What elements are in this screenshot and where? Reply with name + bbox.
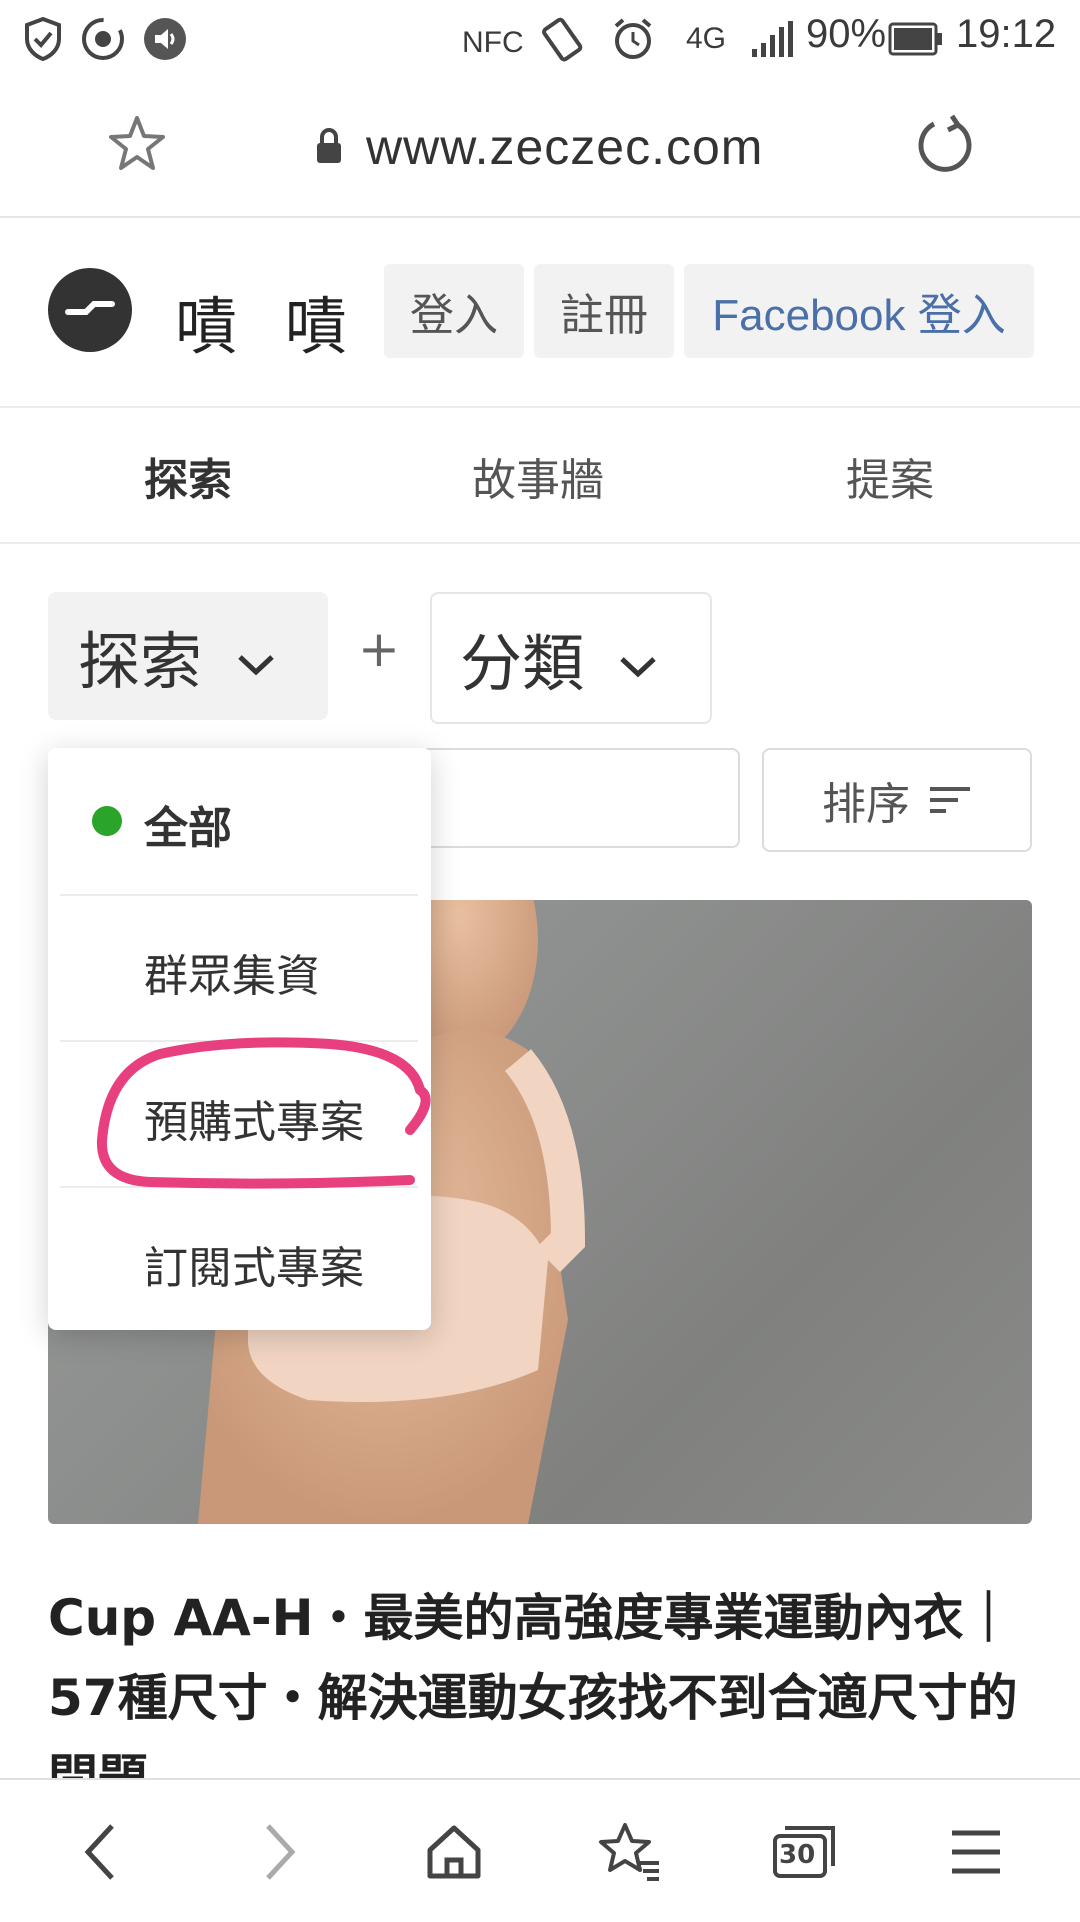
explore-filter-dropdown[interactable]: 探索 xyxy=(48,592,328,720)
home-icon[interactable] xyxy=(414,1812,494,1892)
plus-separator: + xyxy=(358,620,400,678)
network-indicator: 4G xyxy=(686,22,727,55)
dropdown-item-label: 全部 xyxy=(144,803,232,854)
rotate-icon xyxy=(538,14,588,64)
alarm-icon xyxy=(608,14,658,64)
sync-icon xyxy=(78,14,128,64)
login-button[interactable]: 登入 xyxy=(384,264,524,358)
bookmark-star-icon[interactable] xyxy=(104,112,170,178)
tab-explore[interactable]: 探索 xyxy=(144,444,232,508)
browser-bottom-nav: 30 xyxy=(0,1778,1080,1922)
nfc-indicator: NFC xyxy=(462,26,524,59)
forward-icon[interactable] xyxy=(240,1812,320,1892)
chevron-down-icon xyxy=(236,620,276,693)
battery-icon xyxy=(888,14,944,64)
dropdown-item-label: 訂閱式專案 xyxy=(144,1243,364,1294)
register-button[interactable]: 註冊 xyxy=(534,264,674,358)
bookmarks-star-icon[interactable] xyxy=(590,1812,670,1892)
site-logo[interactable] xyxy=(48,268,132,352)
dropdown-item-all[interactable]: 全部 xyxy=(48,748,431,894)
facebook-login-button[interactable]: Facebook 登入 xyxy=(684,264,1034,358)
category-filter-label: 分類 xyxy=(460,627,585,700)
highlight-circle-annotation xyxy=(96,1037,431,1189)
reload-icon[interactable] xyxy=(912,112,978,178)
tabs-icon[interactable]: 30 xyxy=(764,1812,844,1892)
lock-icon xyxy=(314,126,344,166)
tab-count: 30 xyxy=(779,1840,816,1870)
signal-icon xyxy=(748,14,798,64)
site-name[interactable]: 嘖 嘖 xyxy=(175,276,361,366)
clock: 19:12 xyxy=(956,12,1057,56)
tab-story-wall[interactable]: 故事牆 xyxy=(472,444,604,508)
shield-icon xyxy=(18,14,68,64)
volume-icon xyxy=(140,14,190,64)
site-header: 嘖 嘖 登入 註冊 Facebook 登入 xyxy=(0,218,1080,408)
dropdown-item-crowdfunding[interactable]: 群眾集資 xyxy=(48,896,431,1042)
dropdown-item-label: 群眾集資 xyxy=(144,951,320,1002)
url-field[interactable]: www.zeczec.com xyxy=(366,118,763,176)
battery-percent: 90% xyxy=(806,12,887,56)
chevron-down-icon xyxy=(618,622,658,695)
tab-propose[interactable]: 提案 xyxy=(846,444,934,508)
sort-label: 排序 xyxy=(822,779,910,830)
sort-button[interactable]: 排序 xyxy=(762,748,1032,852)
browser-address-bar: www.zeczec.com xyxy=(0,86,1080,218)
sort-lines-icon xyxy=(928,775,972,826)
status-bar: NFC 4G 90% 19:12 xyxy=(0,0,1080,80)
selected-dot-icon xyxy=(92,806,122,836)
main-nav-tabs: 探索 故事牆 提案 xyxy=(0,408,1080,544)
category-filter-dropdown[interactable]: 分類 xyxy=(430,592,712,724)
menu-icon[interactable] xyxy=(936,1812,1016,1892)
back-icon[interactable] xyxy=(60,1812,140,1892)
search-input[interactable] xyxy=(420,748,740,848)
explore-filter-label: 探索 xyxy=(78,625,203,698)
